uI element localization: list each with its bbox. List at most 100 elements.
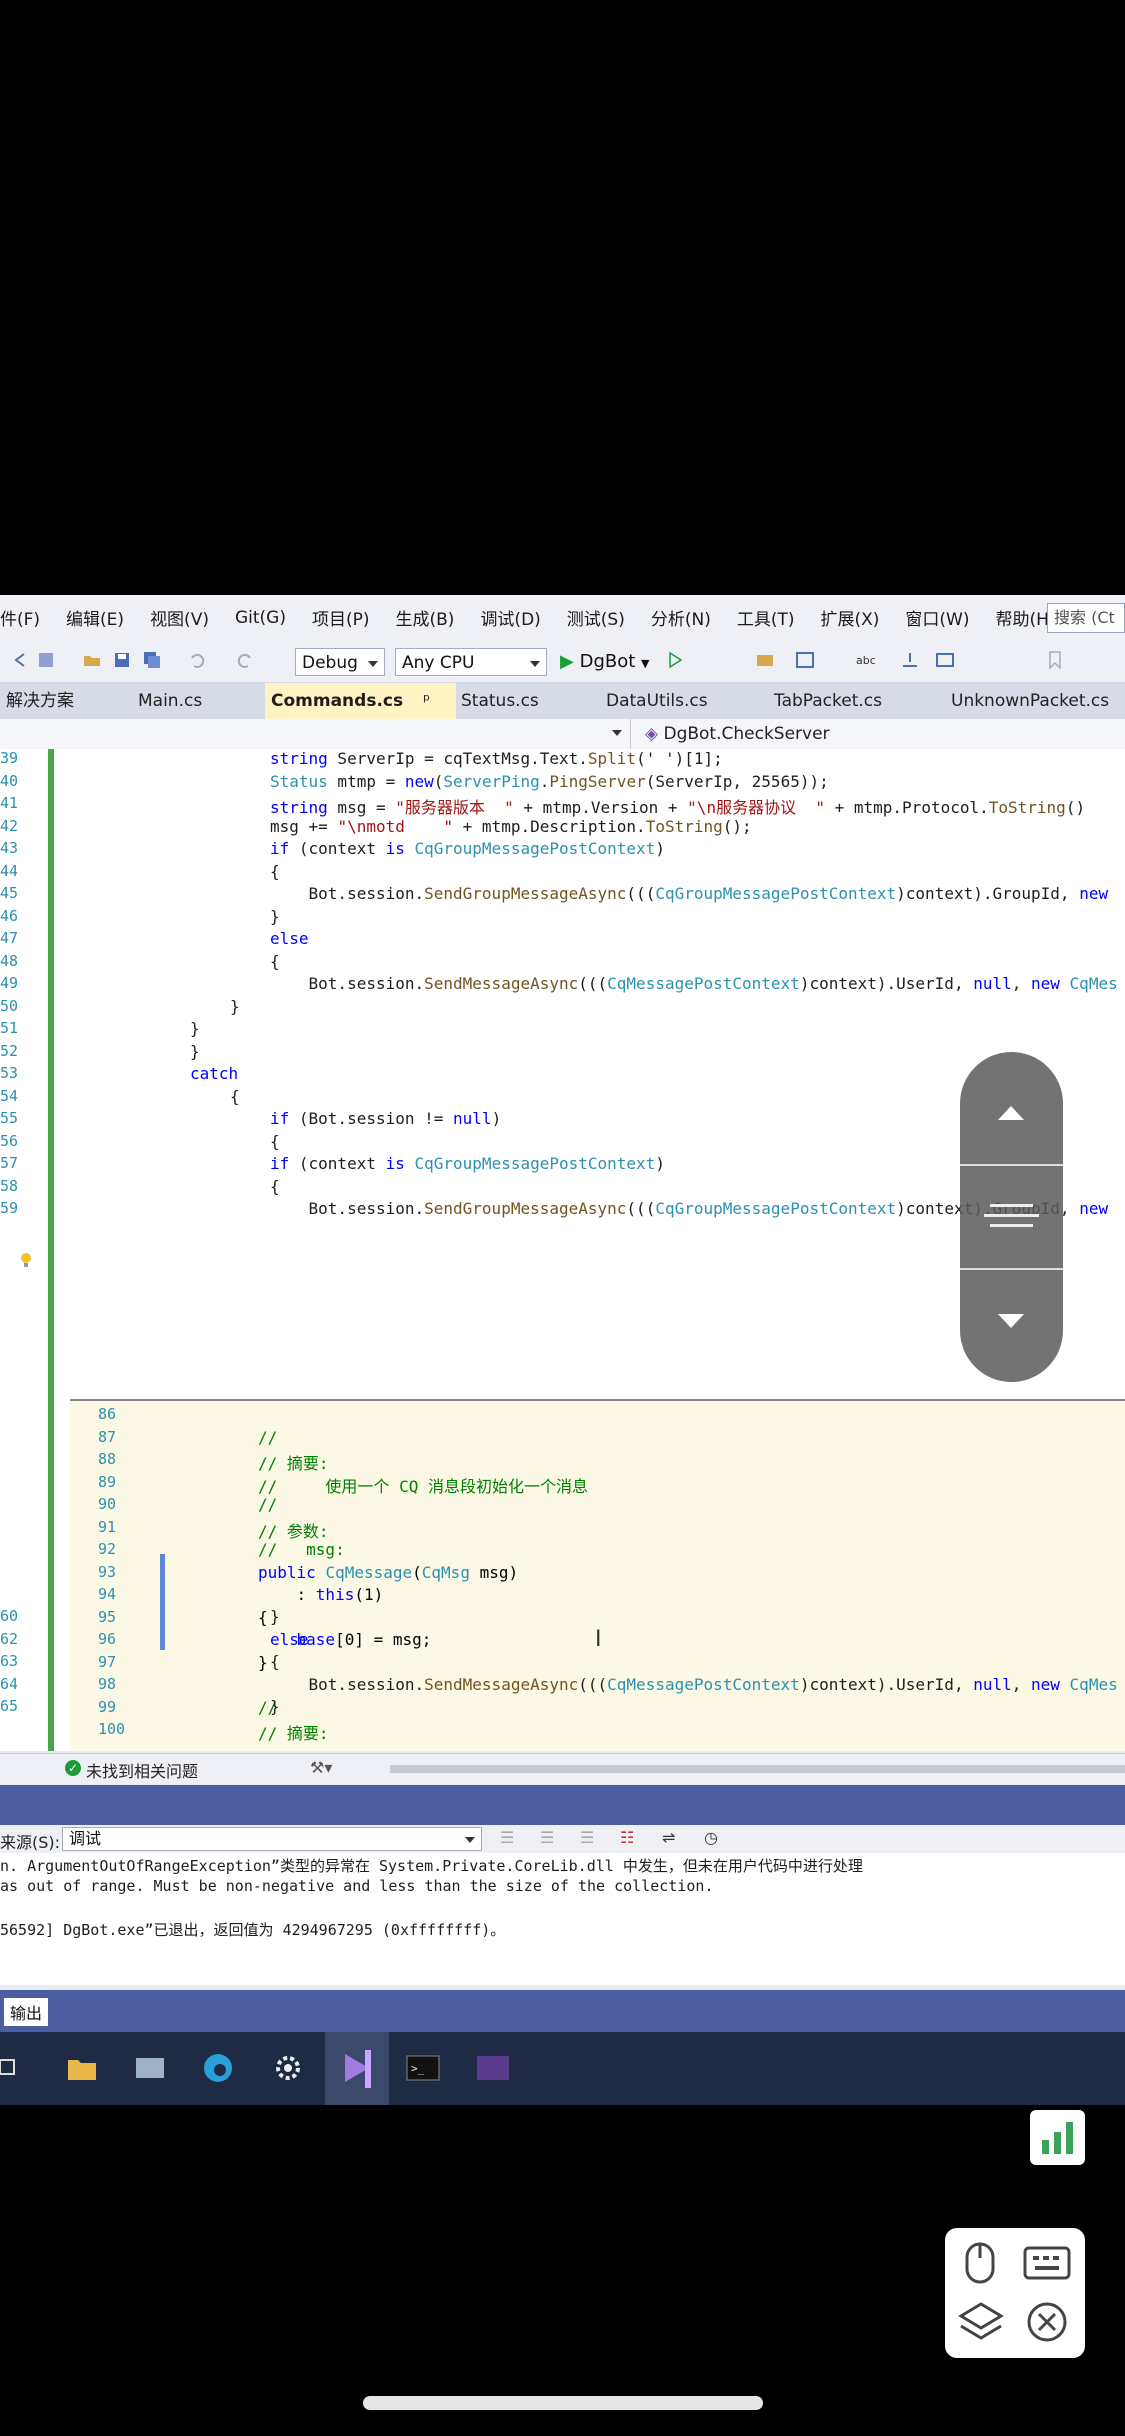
code-line: // [258,1495,278,1514]
word-wrap-icon[interactable]: ⇌ [662,1828,675,1847]
step-icon[interactable] [900,650,920,670]
home-indicator[interactable] [363,2396,763,2410]
tab-commands-cs[interactable]: Commands.cs ᵖ ✕ [265,683,456,747]
redo-icon[interactable] [236,650,256,670]
line-number: 55 [0,1109,19,1127]
keyboard-icon[interactable] [1021,2238,1073,2294]
explorer-icon[interactable] [64,2050,100,2086]
solution-icon[interactable] [36,650,56,670]
code-line: : this(1) [258,1585,384,1604]
close-icon[interactable] [1021,2298,1073,2354]
scroll-handle[interactable] [960,1166,1063,1266]
code-line: if (Bot.session != null) [270,1109,502,1128]
line-number: 42 [0,816,19,835]
tab-main-cs[interactable]: Main.cs [132,683,268,719]
layout-icon[interactable] [795,650,815,670]
horizontal-scrollbar[interactable] [390,1765,1125,1773]
start-without-debug-icon[interactable] [665,650,685,670]
toolbar: Debug Any CPU ▶ DgBot ▼ abc [0,640,1125,683]
code-line: Bot.session.SendMessageAsync(((CqMessage… [270,974,1118,993]
menu-file[interactable]: 件(F) [0,605,40,630]
menu-window[interactable]: 窗口(W) [905,605,969,630]
output-source-select[interactable]: 调试 [62,1827,482,1851]
code-line: { [230,1086,240,1106]
pin-icon[interactable]: ᵖ [423,691,430,711]
menu-test[interactable]: 测试(S) [567,605,625,630]
undo-icon[interactable] [186,650,206,670]
open-folder-icon[interactable] [82,650,102,670]
visual-studio-icon[interactable] [325,2032,389,2105]
mouse-icon[interactable] [957,2238,1005,2294]
method-icon: ◈ [645,724,659,744]
signal-strength-icon[interactable] [1030,2110,1085,2165]
layers-icon[interactable] [957,2298,1005,2354]
code-line: } [270,906,280,926]
peek-definition-window[interactable]: I 86 87 // 88 // 摘要: 89 // 使用一个 CQ 消息段初始化一个消息 9… [70,1399,1125,1751]
menu-view[interactable]: 视图(V) [150,605,209,630]
search-input[interactable]: 搜索 (Ct [1047,603,1125,633]
brush-icon[interactable]: ⚒▾ [310,1758,332,1777]
code-line: string msg = "服务器版本 " + mtmp.Version + "… [270,798,1086,817]
tab-solution-explorer[interactable]: 解决方案 [0,683,126,719]
back-icon[interactable] [10,650,30,670]
menu-extensions[interactable]: 扩展(X) [821,605,880,630]
toggle-icon[interactable] [935,650,955,670]
scroll-control [960,1052,1063,1382]
code-editor[interactable]: I 86 87 // 88 // 摘要: 89 // 使用一个 CQ 消息段初始化一个消息 9… [0,749,1125,1751]
issues-status[interactable]: 未找到相关问题 [86,1758,198,1782]
code-line: // 摘要: [258,1724,329,1743]
find-icon[interactable]: ☰ [500,1828,514,1847]
line-number: 97 [98,1652,117,1671]
task-view-icon[interactable] [0,2050,20,2086]
line-number: 93 [98,1562,117,1581]
tab-datautils-cs[interactable]: DataUtils.cs [600,683,766,719]
platform-select[interactable]: Any CPU [395,648,547,676]
text-cursor-icon: I [595,1627,602,1652]
edge-icon[interactable] [200,2050,236,2086]
code-line: if (context is CqGroupMessagePostContext… [270,1154,665,1173]
menu-edit[interactable]: 编辑(E) [66,605,124,630]
menu-tools[interactable]: 工具(T) [737,605,795,630]
type-dropdown[interactable] [0,719,631,749]
console-icon[interactable] [475,2050,511,2086]
remote-desktop-icon[interactable] [132,2050,168,2086]
tab-unknownpacket-cs[interactable]: UnknownPacket.cs [945,683,1125,719]
code-line: } [270,1607,280,1626]
scroll-up-button[interactable] [960,1052,1063,1162]
spellcheck-icon[interactable]: abc [855,650,876,670]
clear-all-icon[interactable]: ☷ [620,1828,634,1847]
terminal-icon[interactable]: >_ [405,2050,441,2086]
publish-icon[interactable] [755,650,775,670]
menu-project[interactable]: 项目(P) [312,605,370,630]
line-number: 64 [0,1674,19,1693]
gear-icon[interactable] [270,2050,306,2086]
tab-output[interactable]: 输出 [4,1998,49,2026]
save-all-icon[interactable] [142,650,162,670]
next-icon[interactable]: ☰ [580,1828,594,1847]
menu-build[interactable]: 生成(B) [396,605,455,630]
menu-git[interactable]: Git(G) [235,608,286,628]
start-debug-button[interactable]: ▶ DgBot ▼ [560,648,650,676]
play-icon: ▶ [560,651,574,672]
menu-analyze[interactable]: 分析(N) [651,605,711,630]
clock-icon[interactable]: ◷ [704,1828,718,1847]
tab-tabpacket-cs[interactable]: TabPacket.cs [768,683,944,719]
save-icon[interactable] [112,650,132,670]
menu-debug[interactable]: 调试(D) [480,605,540,630]
code-line: Bot.session.SendMessageAsync(((CqMessage… [270,1674,1118,1694]
configuration-select[interactable]: Debug [295,648,385,676]
member-dropdown[interactable]: ◈ DgBot.CheckServer [645,719,830,749]
output-line: as out of range. Must be non-negative an… [0,1877,714,1895]
code-line: { [270,951,280,971]
line-number: 90 [98,1495,117,1513]
lightbulb-icon[interactable] [18,1251,34,1273]
line-number: 88 [98,1450,117,1468]
line-number: 54 [0,1086,19,1105]
output-line: n. ArgumentOutOfRangeException”类型的异常在 Sy… [0,1857,863,1875]
scroll-down-button[interactable] [960,1270,1063,1382]
output-toolbar: 来源(S): 调试 ☰ ☰ ☰ ☷ ⇌ ◷ [0,1825,1125,1853]
bookmark-icon[interactable] [1045,650,1065,670]
tab-status-cs[interactable]: Status.cs [455,683,601,719]
peek-change-margin [160,1554,165,1650]
prev-icon[interactable]: ☰ [540,1828,554,1847]
